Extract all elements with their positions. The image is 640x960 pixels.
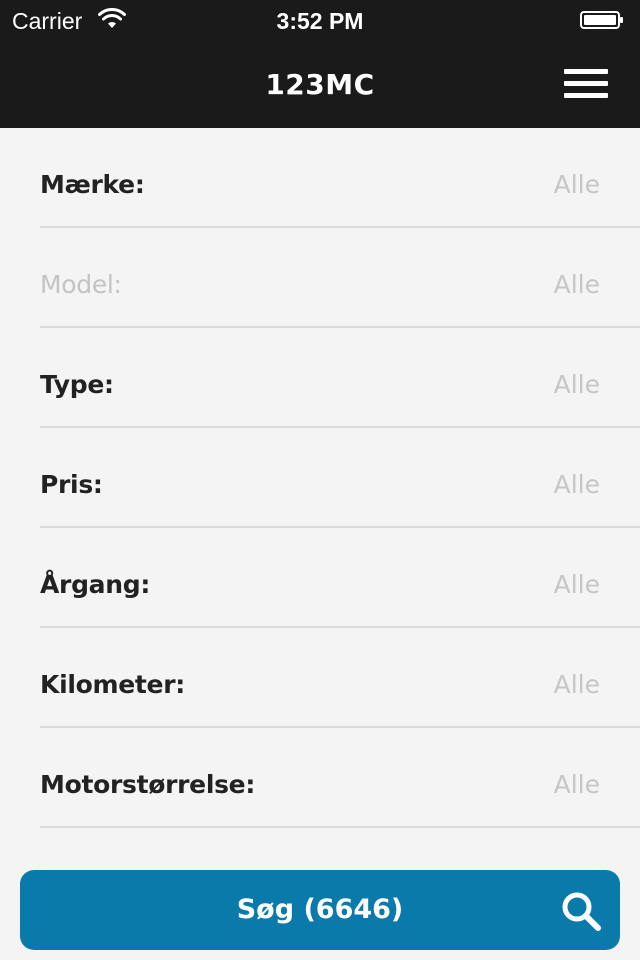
filter-value: Alle <box>553 270 600 299</box>
filter-row-motorstoerrelse[interactable]: Motorstørrelse: Alle <box>0 728 640 828</box>
filter-value: Alle <box>553 570 600 599</box>
search-icon <box>562 892 601 931</box>
filter-label: Mærke: <box>40 170 145 199</box>
filter-value: Alle <box>553 470 600 499</box>
divider <box>40 826 640 828</box>
filter-row-aargang[interactable]: Årgang: Alle <box>0 528 640 628</box>
search-button[interactable]: Søg (6646) <box>20 870 620 950</box>
nav-bar: 123MC <box>0 40 640 128</box>
filter-label: Pris: <box>40 470 103 499</box>
filter-row-maerke[interactable]: Mærke: Alle <box>0 128 640 228</box>
filter-label: Kilometer: <box>40 670 185 699</box>
filter-row-type[interactable]: Type: Alle <box>0 328 640 428</box>
clock: 3:52 PM <box>276 8 364 34</box>
filter-row-pris[interactable]: Pris: Alle <box>0 428 640 528</box>
top-bar: Carrier 3:52 PM 123MC <box>0 0 640 128</box>
battery-icon <box>580 11 623 29</box>
app-title: 123MC <box>265 68 375 101</box>
filter-value: Alle <box>553 370 600 399</box>
filter-value: Alle <box>553 670 600 699</box>
filter-label: Motorstørrelse: <box>40 770 256 799</box>
filter-list: Mærke: Alle Model: Alle Type: Alle Pris:… <box>0 128 640 828</box>
filter-label: Årgang: <box>40 570 151 599</box>
filter-value: Alle <box>553 170 600 199</box>
search-button-label: Søg (6646) <box>236 894 404 925</box>
status-bar: Carrier 3:52 PM <box>0 0 640 40</box>
filter-row-kilometer[interactable]: Kilometer: Alle <box>0 628 640 728</box>
filter-value: Alle <box>553 770 600 799</box>
hamburger-menu-icon[interactable] <box>556 62 616 108</box>
filter-label: Model: <box>40 270 122 299</box>
filter-label: Type: <box>40 370 114 399</box>
filter-row-model[interactable]: Model: Alle <box>0 228 640 328</box>
